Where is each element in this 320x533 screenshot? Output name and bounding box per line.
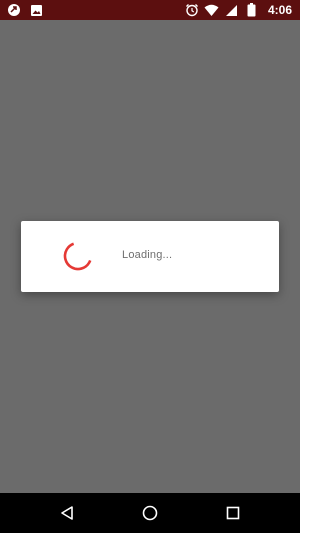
app-screen: 4:06 Loading... (0, 0, 300, 533)
recents-icon (226, 506, 240, 520)
alarm-icon (184, 2, 200, 18)
back-icon (61, 506, 73, 520)
status-notifications (0, 0, 50, 20)
back-button[interactable] (57, 503, 77, 523)
home-icon (142, 505, 158, 521)
loading-message: Loading... (122, 249, 173, 261)
loading-dialog: Loading... (21, 221, 279, 292)
recents-button[interactable] (223, 503, 243, 523)
battery-icon (244, 2, 260, 18)
image-icon (28, 2, 44, 18)
wifi-icon (204, 2, 220, 18)
sync-icon (6, 2, 22, 18)
home-button[interactable] (140, 503, 160, 523)
navigation-bar (0, 493, 300, 533)
status-bar: 4:06 (0, 0, 300, 20)
status-time: 4:06 (267, 3, 292, 17)
status-system-icons: 4:06 (184, 0, 300, 20)
cellular-icon (224, 2, 240, 18)
progress-spinner-icon (63, 241, 93, 271)
